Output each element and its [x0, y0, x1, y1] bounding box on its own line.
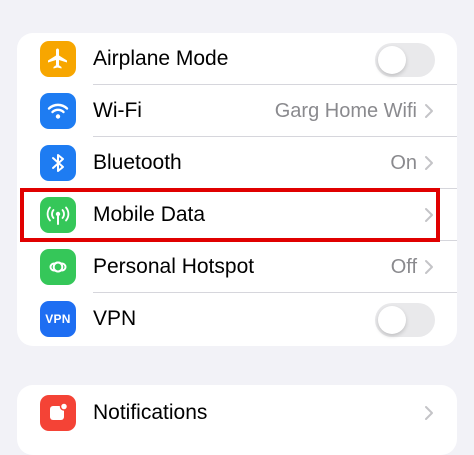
- airplane-icon: [40, 41, 76, 77]
- bluetooth-label: Bluetooth: [93, 151, 182, 174]
- toggle-knob: [378, 306, 406, 334]
- vpn-row[interactable]: VPN VPN: [17, 293, 457, 345]
- mobile-data-label: Mobile Data: [93, 203, 206, 226]
- wifi-row[interactable]: Wi-Fi Garg Home Wifi: [17, 85, 457, 137]
- bluetooth-value: On: [390, 152, 417, 174]
- wifi-network-value: Garg Home Wifi: [274, 100, 417, 122]
- vpn-icon: VPN: [40, 301, 76, 337]
- personal-hotspot-label: Personal Hotspot: [93, 255, 255, 278]
- airplane-mode-row[interactable]: Airplane Mode: [17, 33, 457, 85]
- vpn-icon-text: VPN: [45, 312, 71, 326]
- personal-hotspot-value: Off: [390, 256, 417, 278]
- vpn-label: VPN: [93, 307, 137, 330]
- chevron-right-icon: [425, 208, 433, 222]
- notifications-row[interactable]: Notifications: [17, 387, 457, 439]
- wifi-icon: [40, 93, 76, 129]
- mobile-data-row[interactable]: Mobile Data: [17, 189, 457, 241]
- personal-hotspot-row[interactable]: Personal Hotspot Off: [17, 241, 457, 293]
- airplane-mode-label: Airplane Mode: [93, 47, 229, 70]
- antenna-icon: [40, 197, 76, 233]
- chevron-right-icon: [425, 406, 433, 420]
- wifi-label: Wi-Fi: [93, 99, 142, 122]
- notifications-group: Notifications: [17, 385, 457, 455]
- bell-icon: [40, 395, 76, 431]
- bluetooth-row[interactable]: Bluetooth On: [17, 137, 457, 189]
- chevron-right-icon: [425, 104, 433, 118]
- hotspot-icon: [40, 249, 76, 285]
- notifications-label: Notifications: [93, 401, 208, 424]
- toggle-knob: [378, 46, 406, 74]
- vpn-toggle[interactable]: [375, 303, 435, 337]
- bluetooth-icon: [40, 145, 76, 181]
- airplane-mode-toggle[interactable]: [375, 43, 435, 77]
- chevron-right-icon: [425, 156, 433, 170]
- chevron-right-icon: [425, 260, 433, 274]
- connectivity-group: Airplane Mode Wi-Fi Garg Home Wifi Bluet…: [17, 33, 457, 346]
